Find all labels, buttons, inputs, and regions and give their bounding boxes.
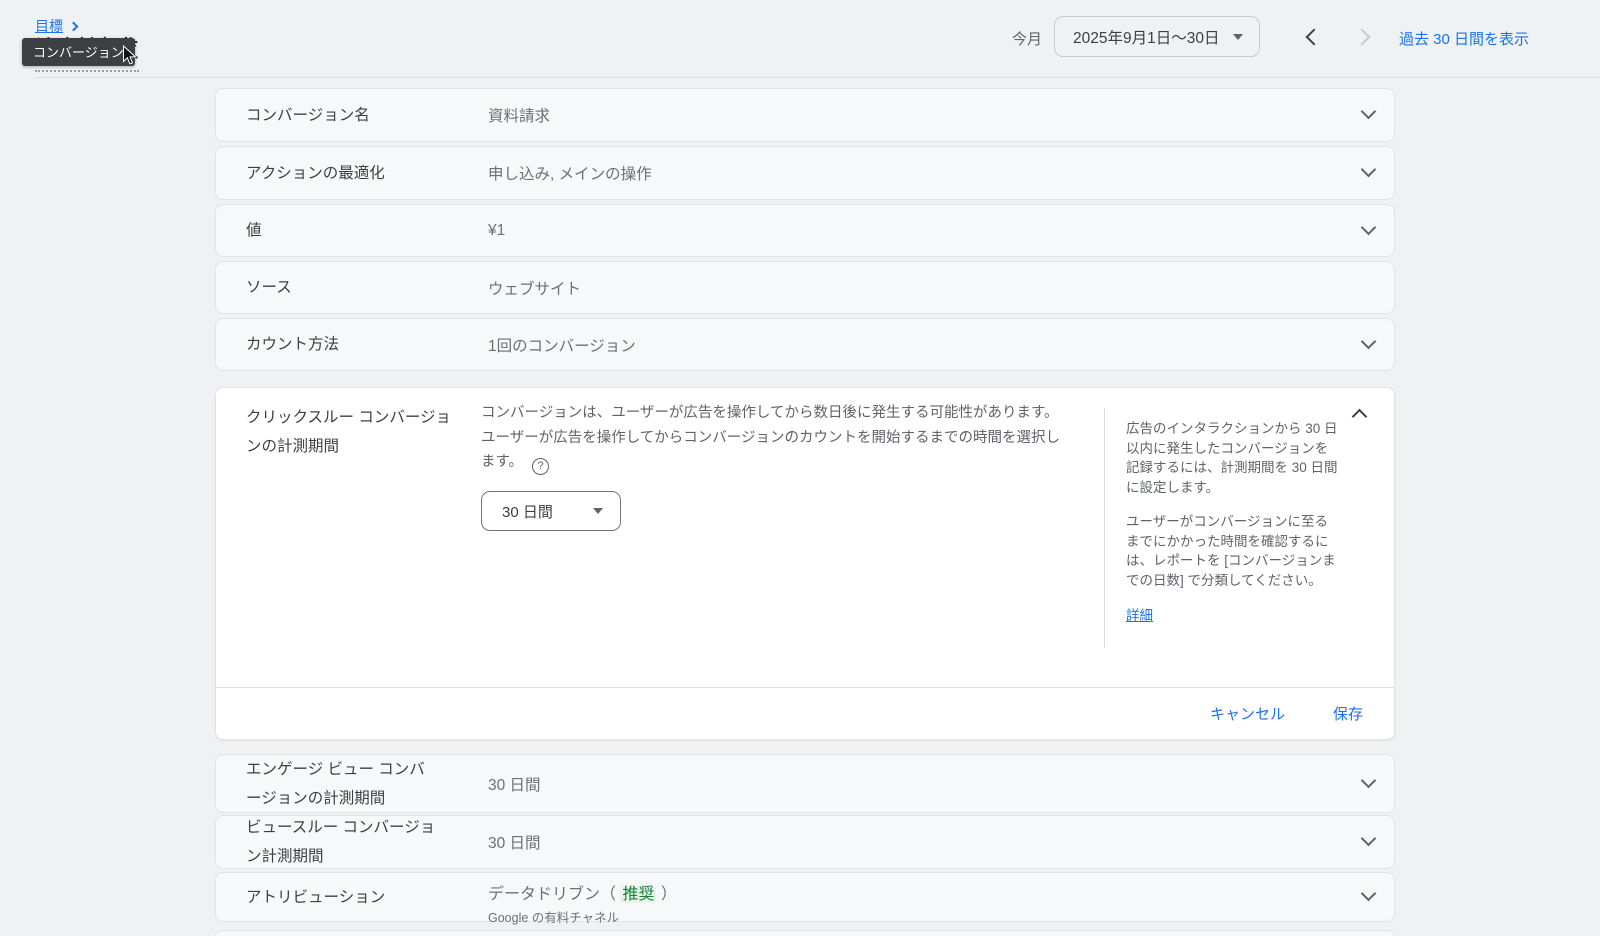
row-label: 値 — [246, 216, 262, 245]
chevron-down-icon[interactable] — [1361, 886, 1377, 902]
row-label: エンゲージ ビュー コンバージョンの計測期間 — [246, 755, 436, 813]
chevron-right-icon — [1354, 29, 1371, 46]
row-value: 1回のコンバージョン — [488, 334, 636, 356]
panel-label: クリックスルー コンバージョンの計測期間 — [246, 403, 454, 461]
side-note-divider — [1104, 408, 1105, 648]
side-note-paragraph: ユーザーがコンバージョンに至るまでにかかった時間を確認するには、レポートを [コ… — [1126, 512, 1339, 590]
period-label: 今月 — [1012, 28, 1042, 49]
show-last-30-days-link[interactable]: 過去 30 日間を表示 — [1399, 28, 1529, 49]
row-count-method[interactable]: カウント方法 1回のコンバージョン — [215, 318, 1395, 371]
row-value: ウェブサイト — [488, 277, 581, 299]
conversion-settings-page: 目標 資料請求 コンバージョン 今月 2025年9月1日〜30日 過去 30 日… — [0, 0, 1600, 936]
collapse-panel-button[interactable] — [1346, 400, 1376, 430]
help-icon[interactable]: ? — [532, 458, 549, 475]
side-note: 広告のインタラクションから 30 日以内に発生したコンバージョンを記録するには、… — [1126, 419, 1339, 626]
row-label: アトリビューション — [246, 883, 385, 912]
row-engaged-view-window[interactable]: エンゲージ ビュー コンバージョンの計測期間 30 日間 — [215, 754, 1395, 813]
panel-description: コンバージョンは、ユーザーが広告を操作してから数日後に発生する可能性があります。… — [481, 401, 1073, 475]
chevron-down-icon[interactable] — [1361, 831, 1377, 847]
cancel-button[interactable]: キャンセル — [1210, 703, 1285, 724]
row-conversion-name[interactable]: コンバージョン名 資料請求 — [215, 88, 1395, 142]
row-value: 申し込み, メインの操作 — [488, 162, 652, 184]
row-label: ビュースルー コンバージョン計測期間 — [246, 813, 446, 871]
row-value: 資料請求 — [488, 104, 550, 126]
chevron-down-icon[interactable] — [1361, 104, 1377, 120]
row-attribution[interactable]: アトリビューション データドリブン（ 推奨 ） Google の有料チャネル — [215, 872, 1395, 922]
row-value: 30 日間 — [488, 831, 541, 853]
next-period-button[interactable] — [1348, 28, 1378, 50]
row-viewthrough-window[interactable]: ビュースルー コンバージョン計測期間 30 日間 — [215, 815, 1395, 869]
window-length-select[interactable]: 30 日間 — [481, 491, 621, 531]
attribution-channel: Google の有料チャネル — [488, 907, 677, 926]
dropdown-arrow-icon — [1233, 34, 1243, 40]
attribution-model-suffix: ） — [656, 886, 676, 903]
chevron-left-icon — [1306, 29, 1323, 46]
row-label: コンバージョン名 — [246, 101, 370, 130]
panel-description-text: コンバージョンは、ユーザーが広告を操作してから数日後に発生する可能性があります。… — [481, 405, 1060, 470]
date-range-selector[interactable]: 2025年9月1日〜30日 — [1054, 16, 1260, 57]
chevron-up-icon — [1352, 409, 1368, 425]
chevron-down-icon[interactable] — [1361, 333, 1377, 349]
row-value: データドリブン（ 推奨 ） Google の有料チャネル — [488, 880, 677, 926]
row-label: アクションの最適化 — [246, 159, 385, 188]
row-source[interactable]: ソース ウェブサイト — [215, 261, 1395, 314]
panel-footer: キャンセル 保存 — [216, 687, 1394, 739]
dropdown-arrow-icon — [593, 508, 603, 514]
row-label: カウント方法 — [246, 330, 339, 359]
recommended-badge: 推奨 — [620, 886, 656, 903]
cursor-icon — [122, 45, 138, 72]
tooltip: コンバージョン — [22, 38, 135, 66]
save-button[interactable]: 保存 — [1333, 703, 1363, 724]
header-divider — [35, 77, 1600, 78]
row-action-optimization[interactable]: アクションの最適化 申し込み, メインの操作 — [215, 146, 1395, 200]
side-note-paragraph: 広告のインタラクションから 30 日以内に発生したコンバージョンを記録するには、… — [1126, 419, 1339, 497]
row-value: ¥1 — [488, 222, 505, 240]
chevron-down-icon[interactable] — [1361, 162, 1377, 178]
attribution-model: データドリブン（ — [488, 886, 620, 903]
details-link[interactable]: 詳細 — [1126, 606, 1153, 626]
row-value-setting[interactable]: 値 ¥1 — [215, 204, 1395, 257]
window-length-value: 30 日間 — [502, 501, 593, 522]
row-label: ソース — [246, 273, 292, 302]
chevron-down-icon[interactable] — [1361, 772, 1377, 788]
row-value: 30 日間 — [488, 773, 541, 795]
row-partial[interactable] — [215, 930, 1395, 936]
panel-clickthrough-window: クリックスルー コンバージョンの計測期間 コンバージョンは、ユーザーが広告を操作… — [215, 387, 1395, 740]
chevron-down-icon[interactable] — [1361, 219, 1377, 235]
previous-period-button[interactable] — [1300, 28, 1330, 50]
date-range-value: 2025年9月1日〜30日 — [1073, 26, 1233, 48]
